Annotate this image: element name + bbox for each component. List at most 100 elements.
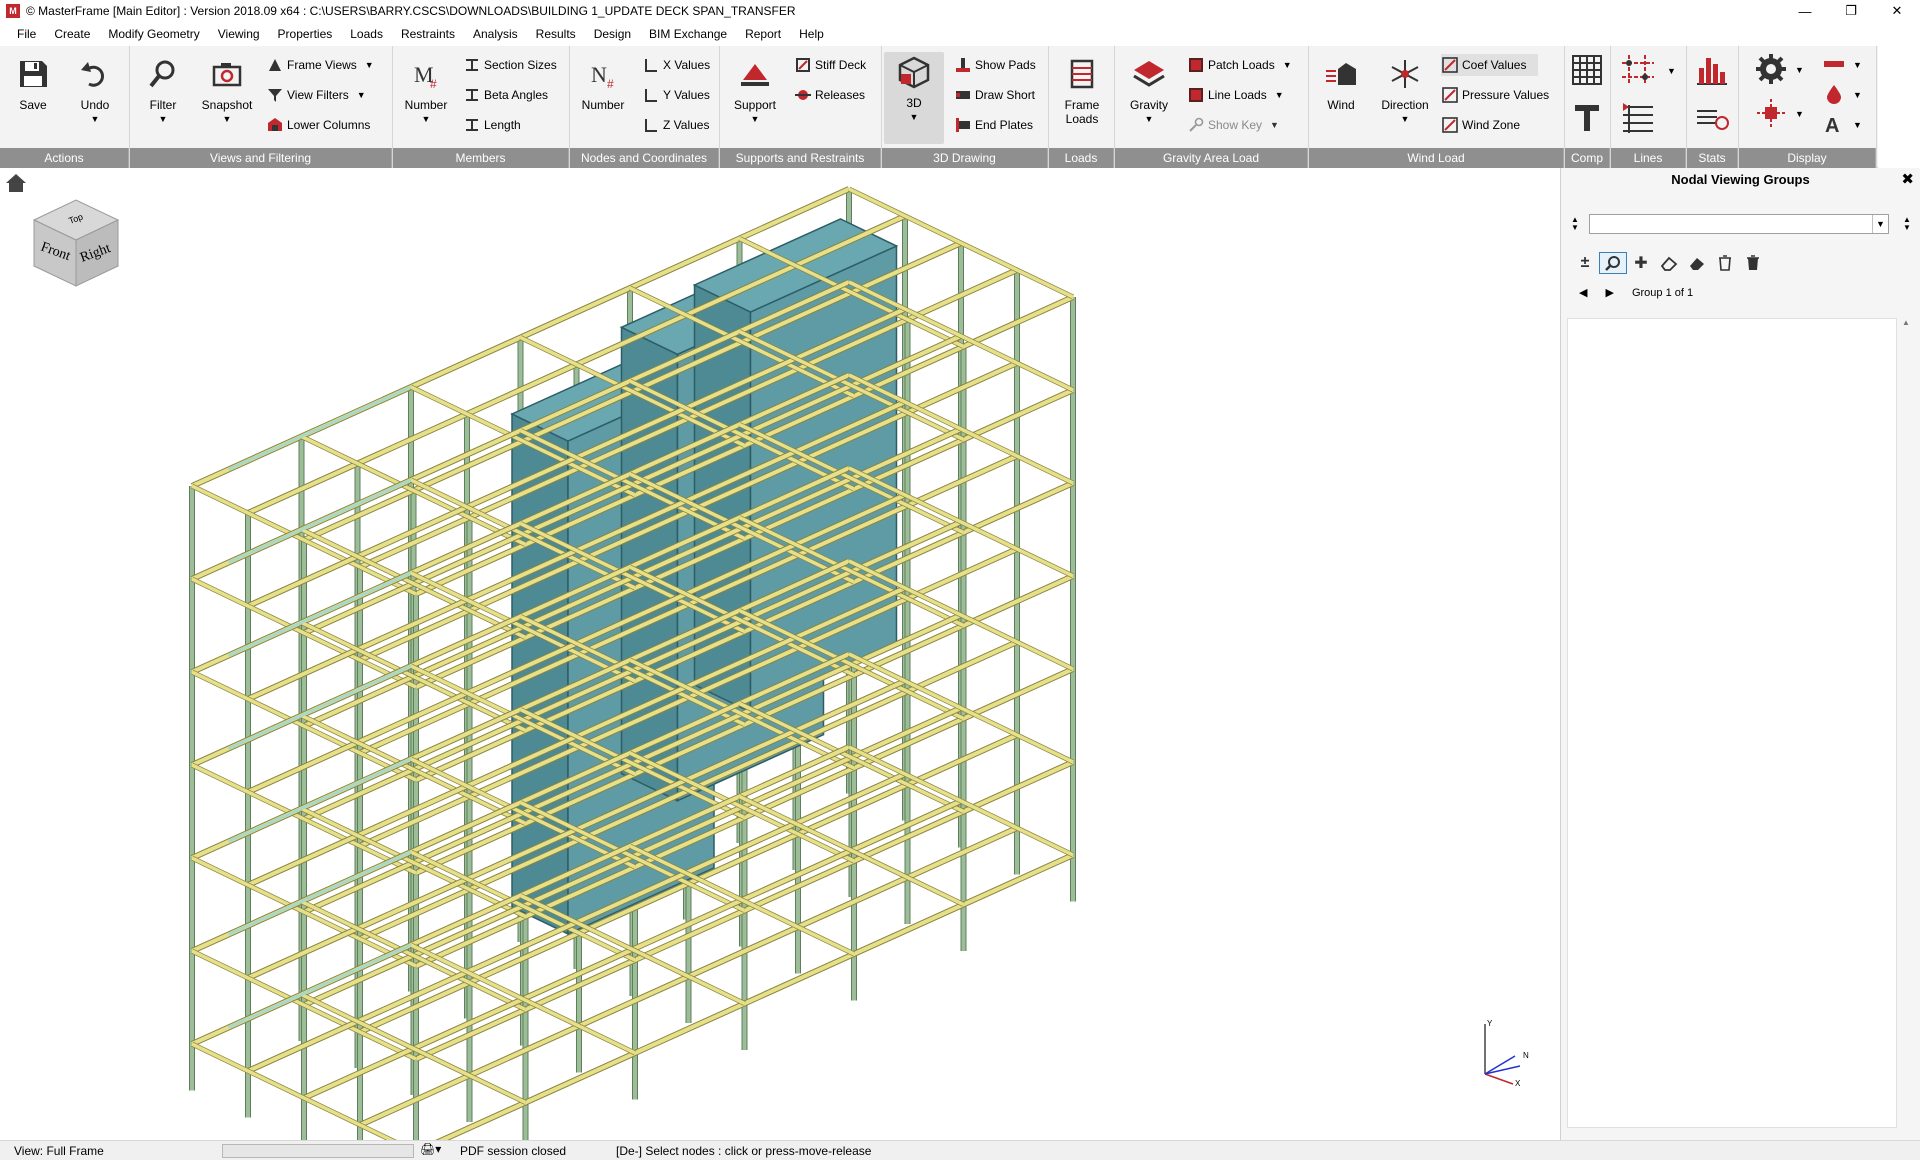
gravity-button[interactable]: Gravity ▼ bbox=[1119, 54, 1179, 142]
eraser-icon[interactable] bbox=[1655, 252, 1683, 274]
3d-button[interactable]: 3D ▼ bbox=[884, 52, 944, 144]
trash-icon[interactable] bbox=[1711, 252, 1739, 274]
menu-report[interactable]: Report bbox=[736, 27, 790, 41]
view-filters-button[interactable]: View Filters ▼ bbox=[266, 84, 366, 106]
menu-modify-geometry[interactable]: Modify Geometry bbox=[99, 27, 208, 41]
group-node-list[interactable] bbox=[1567, 318, 1897, 1128]
line-color-button[interactable]: ▼ bbox=[1823, 54, 1862, 76]
lines-grid-button[interactable]: ▼ bbox=[1619, 54, 1676, 88]
beam bbox=[519, 707, 746, 820]
spin-updown-icon[interactable]: ▲ ▼ bbox=[1903, 216, 1911, 232]
coef-values-button[interactable]: Coef Values bbox=[1441, 54, 1539, 76]
beam bbox=[738, 422, 965, 535]
show-key-button[interactable]: Show Key ▼ bbox=[1187, 114, 1279, 136]
length-button[interactable]: Length bbox=[463, 114, 521, 136]
frame-views-icon bbox=[266, 56, 284, 74]
trash-all-icon[interactable] bbox=[1739, 252, 1767, 274]
beam bbox=[191, 652, 850, 953]
restore-button[interactable]: ❐ bbox=[1828, 0, 1874, 22]
view-cube[interactable]: Top Front Right bbox=[30, 198, 120, 290]
pressure-values-button[interactable]: Pressure Values bbox=[1441, 84, 1549, 106]
beta-angles-button[interactable]: Beta Angles bbox=[463, 84, 548, 106]
spin-updown-icon[interactable]: ▲ ▼ bbox=[1571, 216, 1579, 232]
filter-button[interactable]: Filter ▼ bbox=[133, 54, 193, 142]
stats-info-button[interactable] bbox=[1695, 106, 1729, 136]
close-button[interactable]: ✕ bbox=[1874, 0, 1920, 22]
section-sizes-button[interactable]: Section Sizes bbox=[463, 54, 557, 76]
menu-loads[interactable]: Loads bbox=[341, 27, 392, 41]
comp-grid-button[interactable] bbox=[1571, 54, 1603, 88]
end-plates-button[interactable]: End Plates bbox=[954, 114, 1033, 136]
beam bbox=[410, 385, 636, 497]
next-group-icon[interactable]: ▶ bbox=[1605, 286, 1613, 299]
fill-color-button[interactable]: ▼ bbox=[1823, 84, 1862, 106]
group-gravity-area-load: Gravity ▼ Patch Loads ▼ Line Loads ▼ Show … bbox=[1115, 46, 1309, 168]
menu-design[interactable]: Design bbox=[585, 27, 640, 41]
menu-results[interactable]: Results bbox=[527, 27, 585, 41]
menu-create[interactable]: Create bbox=[45, 27, 99, 41]
beam bbox=[303, 613, 962, 914]
patch-loads-icon bbox=[1187, 56, 1205, 74]
font-button[interactable]: A ▼ bbox=[1823, 114, 1862, 137]
beam bbox=[190, 483, 418, 597]
chevron-down-icon[interactable]: ▼ bbox=[1872, 215, 1888, 233]
axis-y-label: Y bbox=[1487, 1019, 1493, 1028]
menu-restraints[interactable]: Restraints bbox=[392, 27, 464, 41]
home-icon[interactable] bbox=[5, 172, 27, 197]
eraser-filled-icon[interactable] bbox=[1683, 252, 1711, 274]
wind-zone-button[interactable]: Wind Zone bbox=[1441, 114, 1520, 136]
add-icon[interactable]: ✚ bbox=[1627, 252, 1655, 274]
menu-help[interactable]: Help bbox=[790, 27, 833, 41]
expand-collapse-icon[interactable]: ± bbox=[1571, 252, 1599, 274]
y-values-button[interactable]: Y Values bbox=[642, 84, 710, 106]
direction-button[interactable]: Direction ▼ bbox=[1375, 54, 1435, 142]
snapshot-button[interactable]: Snapshot ▼ bbox=[197, 54, 257, 142]
printer-icon[interactable]: 🖨▾ bbox=[420, 1142, 441, 1156]
beam bbox=[246, 399, 907, 702]
save-button[interactable]: Save bbox=[3, 54, 63, 142]
beam bbox=[415, 574, 1074, 875]
patch-loads-button[interactable]: Patch Loads ▼ bbox=[1187, 54, 1292, 76]
comp-section-button[interactable] bbox=[1573, 102, 1601, 136]
menu-viewing[interactable]: Viewing bbox=[209, 27, 269, 41]
beam bbox=[300, 992, 527, 1105]
beam bbox=[414, 573, 1075, 876]
lower-columns-button[interactable]: Lower Columns bbox=[266, 114, 370, 136]
panel-scrollbar[interactable]: ▲ bbox=[1900, 318, 1912, 1128]
previous-group-icon[interactable]: ◀ bbox=[1579, 286, 1587, 299]
frame-loads-button[interactable]: Frame Loads bbox=[1052, 54, 1112, 142]
lines-list-button[interactable] bbox=[1621, 102, 1655, 136]
undo-button[interactable]: Undo ▼ bbox=[65, 54, 125, 142]
support-button[interactable]: Support ▼ bbox=[725, 54, 785, 142]
group-label: Supports and Restraints bbox=[720, 148, 881, 168]
beam bbox=[738, 236, 965, 349]
menu-analysis[interactable]: Analysis bbox=[464, 27, 527, 41]
beam bbox=[247, 400, 906, 701]
releases-button[interactable]: Releases bbox=[794, 84, 865, 106]
length-icon bbox=[463, 116, 481, 134]
z-values-button[interactable]: Z Values bbox=[642, 114, 709, 136]
member-number-button[interactable]: M # Number ▼ bbox=[396, 54, 456, 142]
menu-bim-exchange[interactable]: BIM Exchange bbox=[640, 27, 736, 41]
minimize-button[interactable]: — bbox=[1782, 0, 1828, 22]
beam bbox=[848, 187, 1074, 299]
frame-views-button[interactable]: Frame Views ▼ bbox=[266, 54, 374, 76]
menu-properties[interactable]: Properties bbox=[269, 27, 342, 41]
x-values-button[interactable]: X Values bbox=[642, 54, 710, 76]
close-icon[interactable]: ✖ bbox=[1901, 168, 1914, 192]
display-settings-button[interactable]: ▼ bbox=[1755, 53, 1804, 86]
menu-file[interactable]: File bbox=[8, 27, 45, 41]
beam bbox=[190, 279, 851, 582]
node-number-button[interactable]: N # Number bbox=[573, 54, 633, 142]
draw-short-button[interactable]: Draw Short bbox=[954, 84, 1035, 106]
model-viewport[interactable]: Top Front Right Y N X bbox=[0, 168, 1555, 1140]
show-pads-button[interactable]: Show Pads bbox=[954, 54, 1036, 76]
stiff-deck-button[interactable]: Stiff Deck bbox=[794, 54, 866, 76]
stats-chart-button[interactable] bbox=[1695, 54, 1729, 88]
line-loads-button[interactable]: Line Loads ▼ bbox=[1187, 84, 1284, 106]
group-select[interactable]: ▼ bbox=[1589, 214, 1889, 234]
wind-button[interactable]: Wind bbox=[1311, 54, 1371, 142]
svg-text:#: # bbox=[430, 77, 437, 90]
display-node-button[interactable]: ▼ bbox=[1755, 98, 1804, 130]
search-icon[interactable] bbox=[1599, 252, 1627, 274]
